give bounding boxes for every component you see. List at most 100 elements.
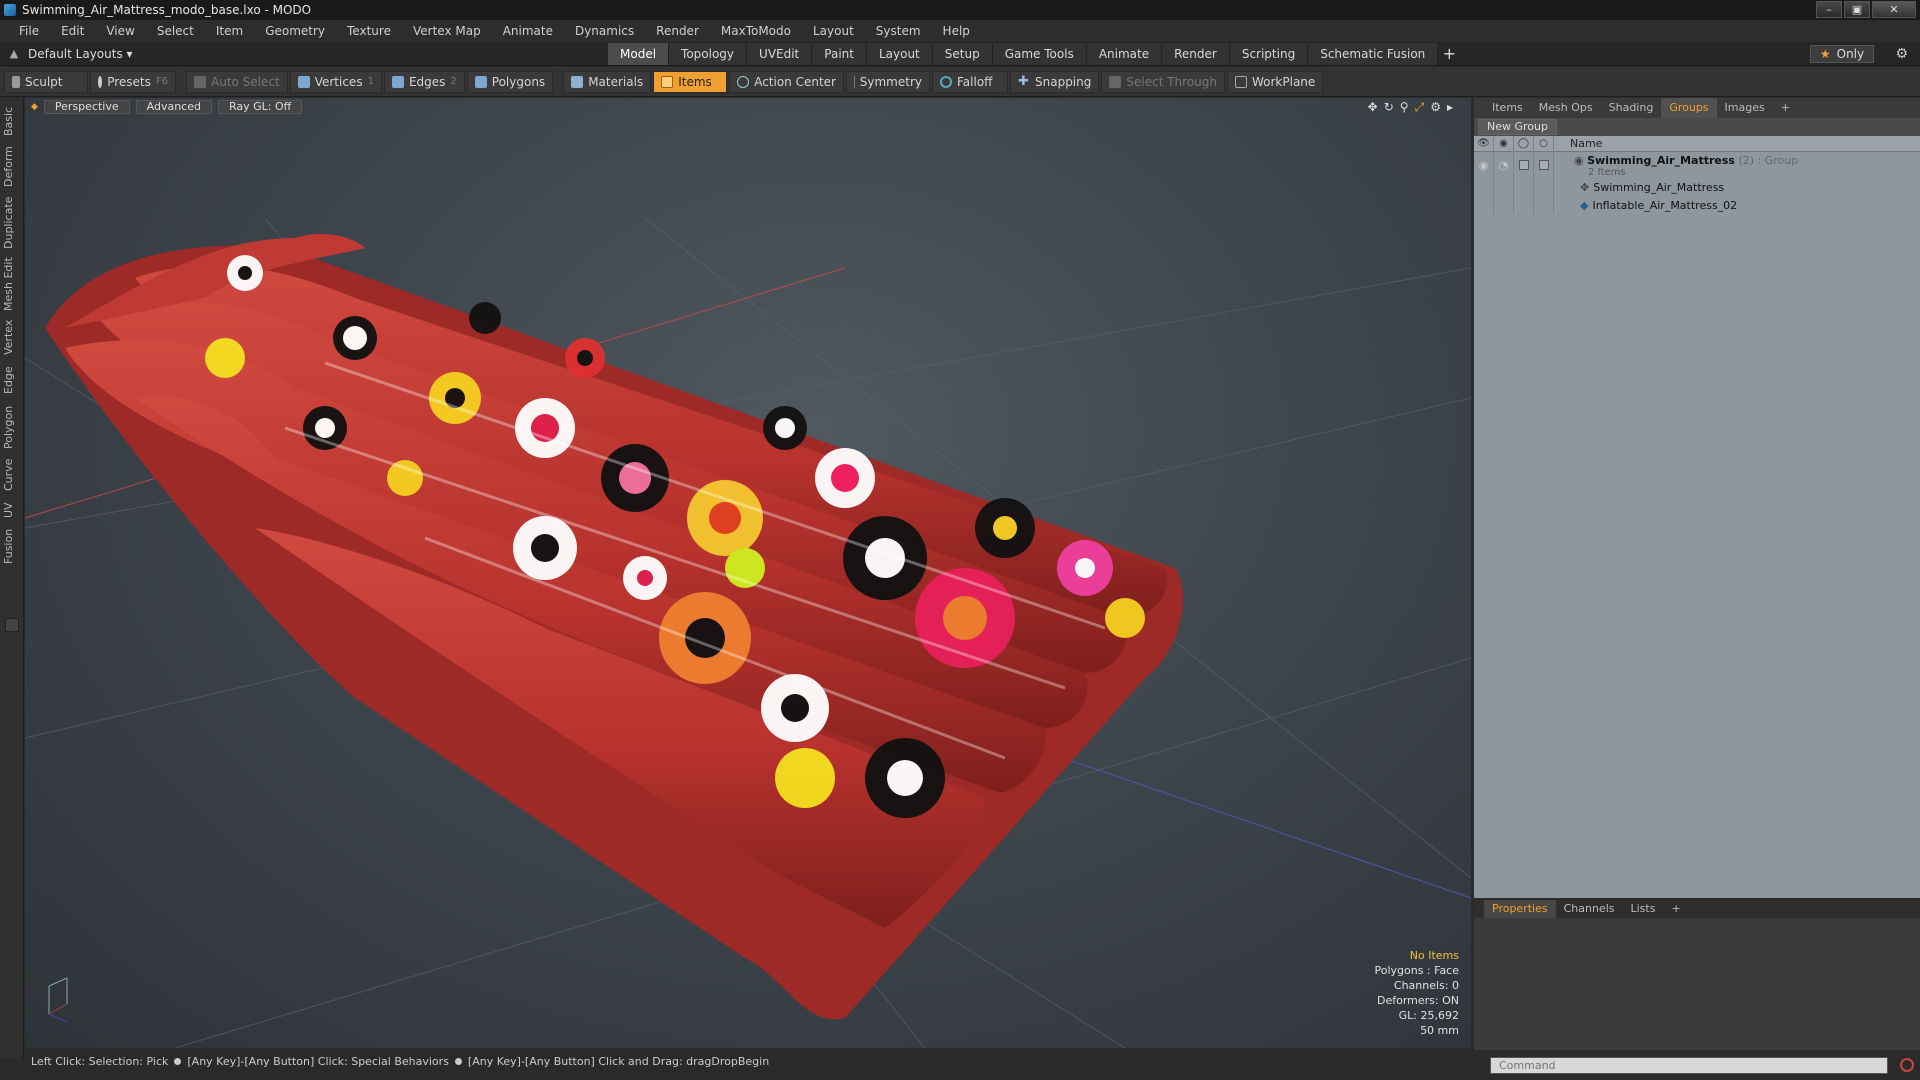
menu-system[interactable]: System [865, 20, 932, 42]
vertices-button[interactable]: Vertices 1 [289, 70, 382, 93]
auto-select-button[interactable]: Auto Select [186, 70, 288, 93]
menu-view[interactable]: View [95, 20, 145, 42]
tab-mesh-ops[interactable]: Mesh Ops [1531, 98, 1601, 118]
viewport-settings-icon[interactable]: ⚙ [1430, 100, 1441, 115]
menu-geometry[interactable]: Geometry [254, 20, 336, 42]
zoom-icon[interactable]: ⚲ [1400, 100, 1409, 115]
tab-layout[interactable]: Layout [866, 42, 933, 65]
tab-scripting[interactable]: Scripting [1229, 42, 1309, 65]
strip-expand-button[interactable] [5, 618, 19, 632]
render-toggle[interactable]: ◔ [1494, 152, 1514, 178]
title-bar: Swimming_Air_Mattress_modo_base.lxo - MO… [0, 0, 1920, 20]
vtab-polygon[interactable]: Polygon [2, 402, 22, 452]
tab-animate[interactable]: Animate [1086, 42, 1163, 65]
snapping-label: Snapping [1035, 74, 1092, 89]
edges-button[interactable]: Edges 2 [383, 70, 465, 93]
symmetry-button[interactable]: Symmetry [846, 70, 930, 93]
rotate-icon[interactable]: ↻ [1384, 100, 1394, 115]
tab-render[interactable]: Render [1162, 42, 1230, 65]
vtab-fusion[interactable]: Fusion [2, 526, 22, 566]
items-button[interactable]: Items [653, 70, 728, 93]
command-input[interactable] [1490, 1056, 1888, 1074]
presets-button[interactable]: Presets F6 [90, 70, 176, 93]
menu-item[interactable]: Item [205, 20, 254, 42]
vtab-duplicate[interactable]: Duplicate [2, 194, 22, 252]
shading-mode-button[interactable]: Advanced [135, 100, 212, 114]
tab-topology[interactable]: Topology [669, 42, 748, 65]
menu-file[interactable]: File [8, 20, 50, 42]
tab-model[interactable]: Model [608, 42, 670, 65]
only-button[interactable]: ★ Only [1810, 45, 1874, 63]
tab-uvedit[interactable]: UVEdit [747, 42, 813, 65]
viewport-expand-icon[interactable]: ▸ [1447, 100, 1453, 115]
raygl-button[interactable]: Ray GL: Off [217, 100, 303, 114]
layout-select[interactable]: Default Layouts ▾ [28, 47, 608, 61]
action-center-icon [737, 75, 750, 88]
menu-render[interactable]: Render [645, 20, 710, 42]
close-icon[interactable]: ✕ [1872, 1, 1916, 18]
list-item[interactable]: ◆ Inflatable_Air_Mattress_02 [1474, 196, 1920, 214]
snapping-button[interactable]: ✚ Snapping [1010, 70, 1100, 93]
workplane-button[interactable]: WorkPlane [1226, 70, 1324, 93]
viewport-menu-icon[interactable]: ◆ [31, 102, 38, 112]
gear-icon[interactable]: ⚙ [1895, 46, 1908, 62]
menu-help[interactable]: Help [932, 20, 981, 42]
menu-texture[interactable]: Texture [336, 20, 402, 42]
view-mode-button[interactable]: Perspective [43, 100, 130, 114]
pan-icon[interactable]: ✥ [1368, 100, 1378, 115]
add-tab-icon[interactable]: + [1438, 43, 1460, 65]
tab-channels[interactable]: Channels [1556, 900, 1623, 918]
window-controls: – ▣ ✕ [1816, 1, 1916, 18]
menu-select[interactable]: Select [146, 20, 205, 42]
vtab-deform[interactable]: Deform [2, 144, 22, 190]
menu-dynamics[interactable]: Dynamics [564, 20, 645, 42]
tab-images[interactable]: Images [1717, 98, 1773, 118]
action-center-button[interactable]: Action Center [729, 70, 844, 93]
materials-button[interactable]: Materials [563, 70, 652, 93]
select-toggle[interactable] [1534, 152, 1554, 178]
vtab-basic[interactable]: Basic [2, 102, 22, 140]
lock-toggle[interactable] [1514, 152, 1534, 178]
tab-paint[interactable]: Paint [812, 42, 867, 65]
tab-shading[interactable]: Shading [1601, 98, 1662, 118]
add-properties-tab-icon[interactable]: + [1663, 900, 1688, 918]
group-row[interactable]: ◉ ◔ ◉ Swimming_Air_Mattress (2) : Group … [1474, 152, 1920, 178]
menu-vertex-map[interactable]: Vertex Map [402, 20, 492, 42]
fit-icon[interactable]: ⤢ [1415, 100, 1425, 115]
pin-icon[interactable]: ▲ [0, 47, 28, 60]
channels-info: Channels: 0 [1393, 979, 1459, 992]
tab-groups[interactable]: Groups [1661, 98, 1717, 118]
menu-maxtomodo[interactable]: MaxToModo [710, 20, 802, 42]
vertices-label: Vertices [314, 74, 363, 89]
vtab-curve[interactable]: Curve [2, 456, 22, 494]
menu-edit[interactable]: Edit [50, 20, 95, 42]
select-through-button[interactable]: Select Through [1101, 70, 1225, 93]
sculpt-button[interactable]: Sculpt [4, 70, 88, 93]
air-mattress-model [45, 233, 1184, 1020]
viewport-header: ◆ Perspective Advanced Ray GL: Off [25, 98, 1471, 116]
vtab-edge[interactable]: Edge [2, 362, 22, 398]
tab-game-tools[interactable]: Game Tools [992, 42, 1087, 65]
tab-schematic-fusion[interactable]: Schematic Fusion [1308, 42, 1439, 65]
vtab-mesh-edit[interactable]: Mesh Edit [2, 256, 22, 312]
eye-toggle[interactable]: ◉ [1474, 152, 1494, 178]
select-through-icon [1109, 75, 1122, 88]
tab-setup[interactable]: Setup [932, 42, 993, 65]
polygons-button[interactable]: Polygons [466, 70, 554, 93]
add-panel-tab-icon[interactable]: + [1773, 98, 1798, 118]
minimize-icon[interactable]: – [1816, 1, 1842, 18]
maximize-icon[interactable]: ▣ [1844, 1, 1870, 18]
3d-viewport[interactable]: ◆ Perspective Advanced Ray GL: Off ✥ ↻ ⚲… [25, 98, 1471, 1048]
tab-properties[interactable]: Properties [1484, 900, 1556, 918]
tab-items[interactable]: Items [1484, 98, 1531, 118]
list-item[interactable]: ✥ Swimming_Air_Mattress [1474, 178, 1920, 196]
falloff-button[interactable]: Falloff [932, 70, 1008, 93]
status-dot [174, 1057, 182, 1065]
stop-icon[interactable] [1900, 1058, 1914, 1072]
menu-layout[interactable]: Layout [802, 20, 865, 42]
menu-animate[interactable]: Animate [492, 20, 564, 42]
new-group-button[interactable]: New Group [1478, 119, 1557, 135]
vtab-uv[interactable]: UV [2, 498, 22, 522]
tab-lists[interactable]: Lists [1623, 900, 1664, 918]
vtab-vertex[interactable]: Vertex [2, 316, 22, 358]
